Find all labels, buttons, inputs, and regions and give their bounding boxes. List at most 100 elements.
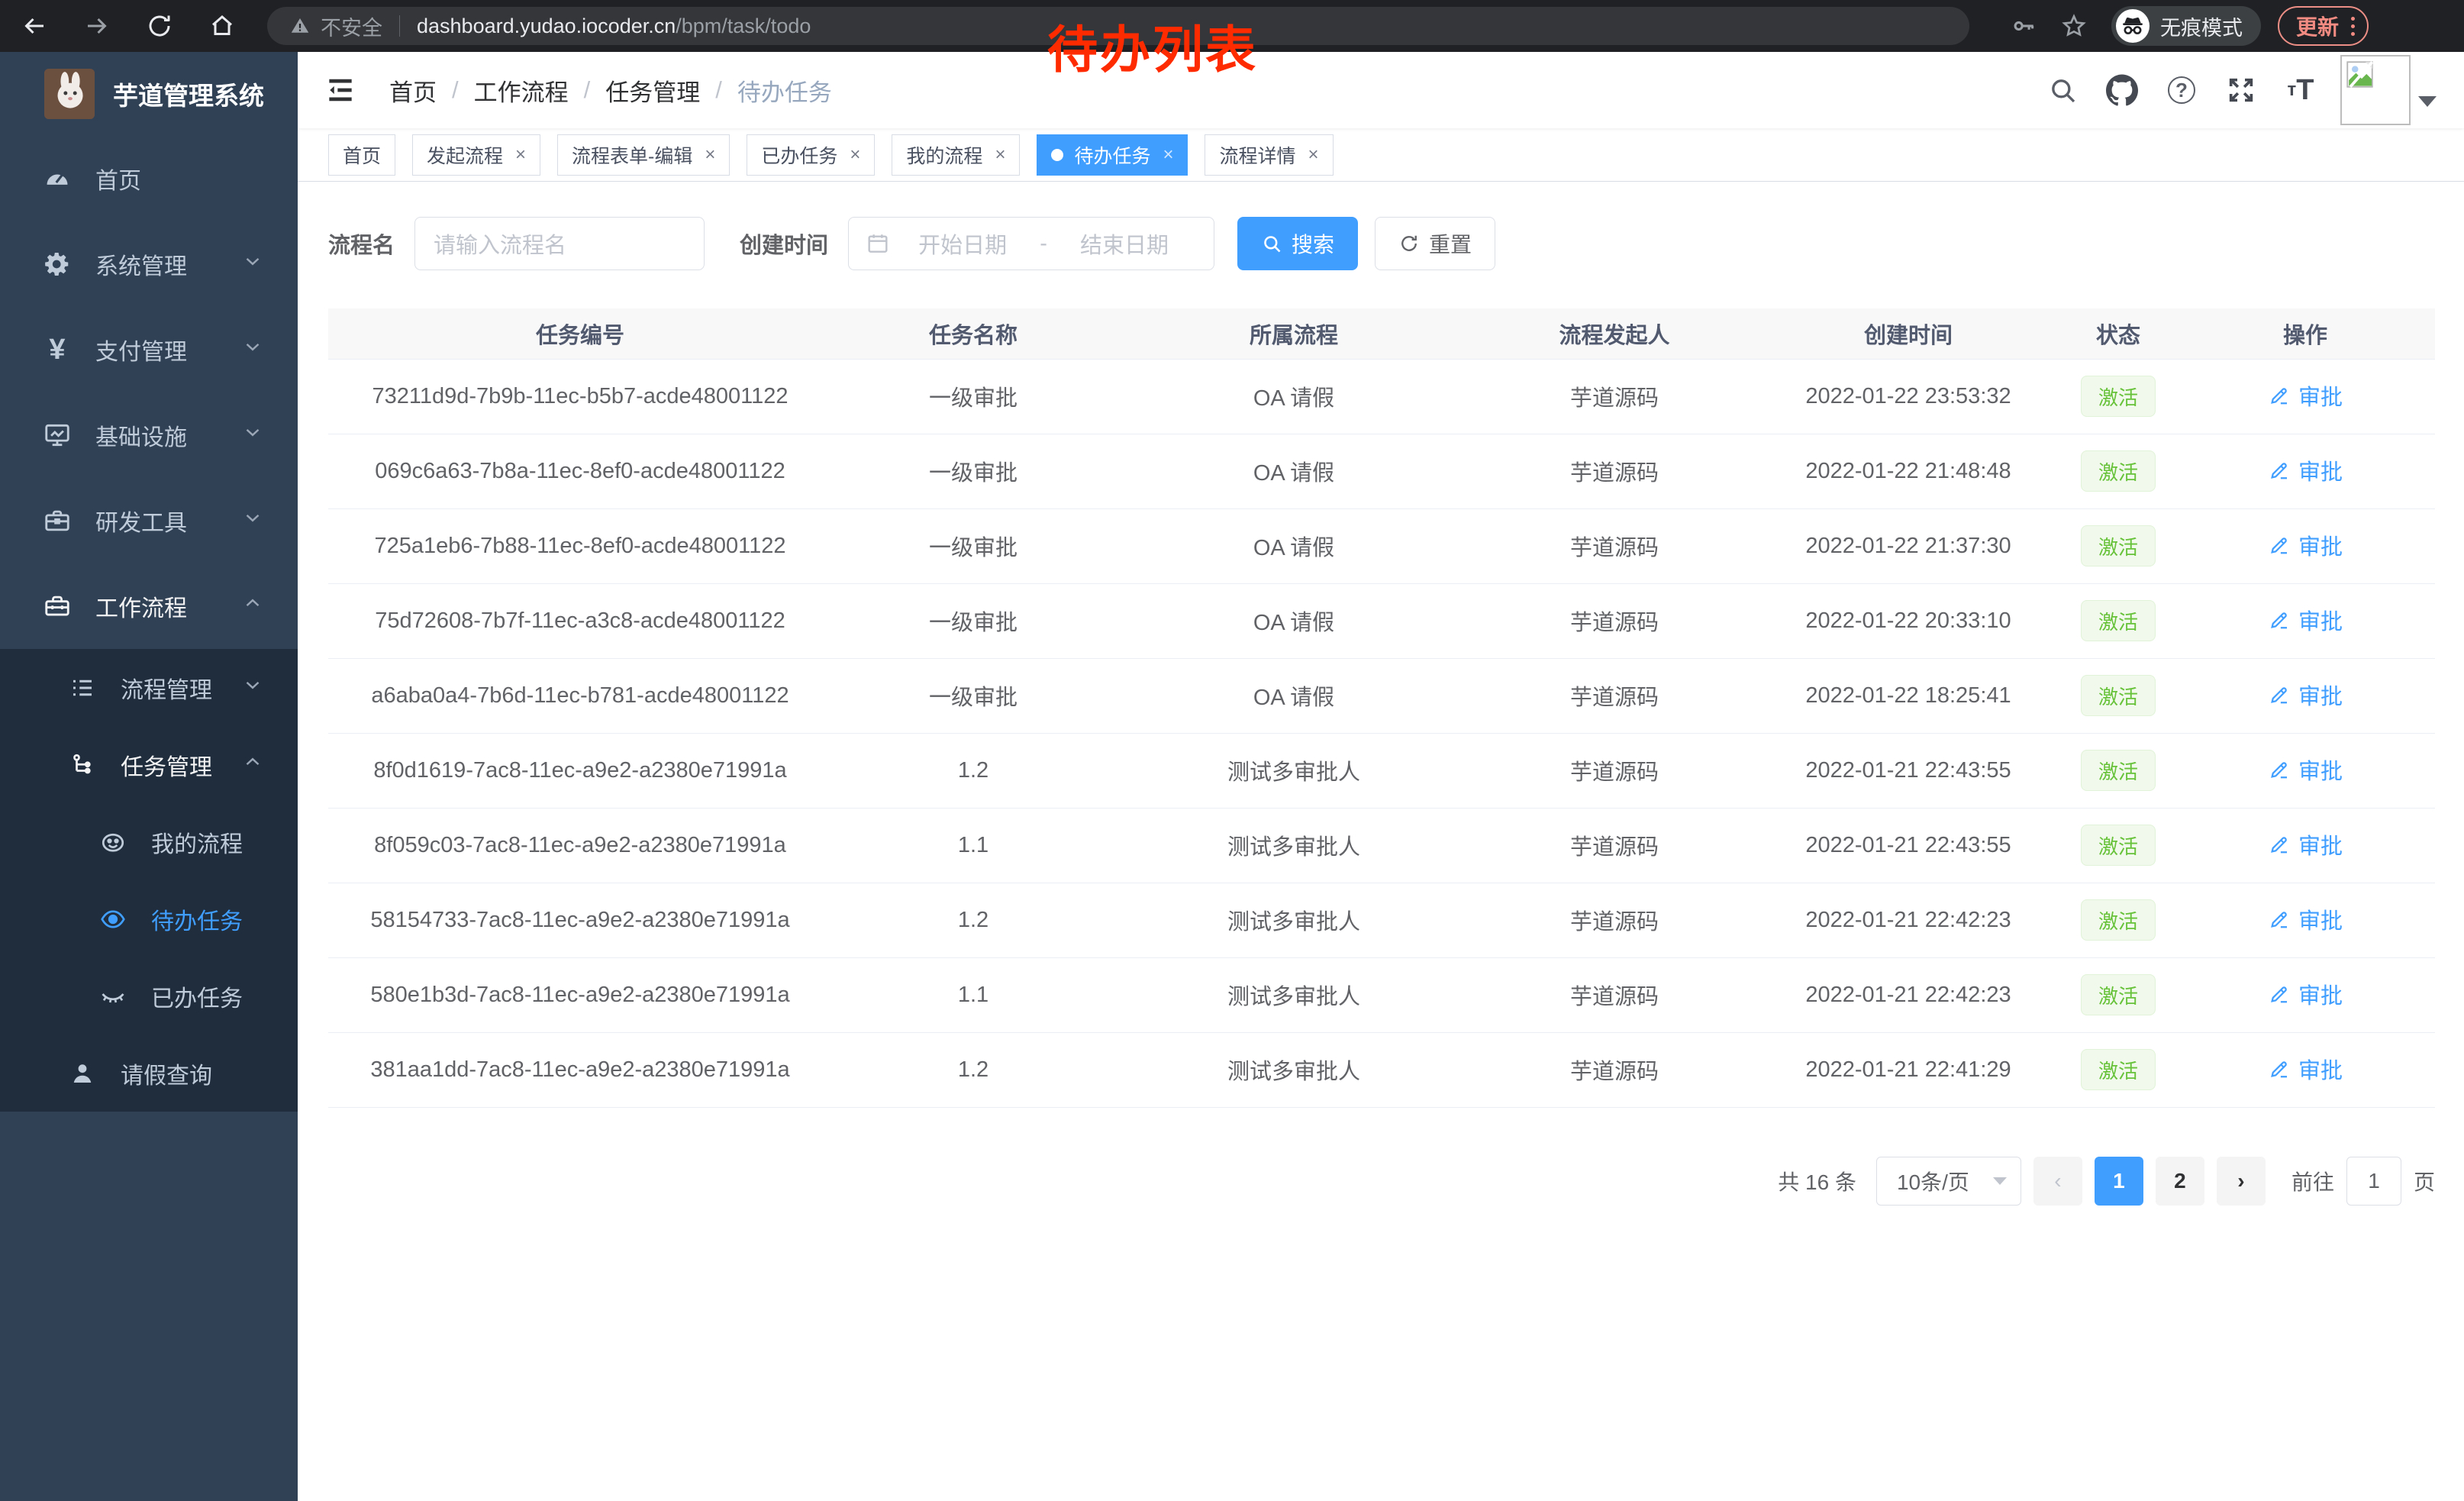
browser-back-icon[interactable] [20, 11, 49, 40]
table-header-row: 任务编号 任务名称 所属流程 流程发起人 创建时间 状态 操作 [328, 308, 2435, 359]
end-date-placeholder: 结束日期 [1052, 228, 1197, 260]
tab-label: 我的流程 [906, 141, 982, 169]
sidebar-item-dev[interactable]: 研发工具 [0, 478, 298, 563]
app-logo[interactable]: 芋道管理系统 [0, 52, 298, 136]
action-cell: 审批 [2175, 359, 2435, 434]
app-window: 不安全 dashboard.yudao.iocoder.cn/bpm/task/… [0, 0, 2464, 1501]
prev-page-button[interactable]: ‹ [2033, 1157, 2082, 1206]
font-size-icon[interactable]: тT [2281, 70, 2320, 110]
task-id-cell: 725a1eb6-7b88-11ec-8ef0-acde48001122 [328, 508, 832, 583]
approve-link[interactable]: 审批 [2268, 679, 2343, 711]
page-button-1[interactable]: 1 [2095, 1157, 2143, 1206]
process-cell: OA 请假 [1114, 583, 1473, 658]
tab[interactable]: 我的流程 × [892, 134, 1020, 176]
browser-home-icon[interactable] [208, 11, 237, 40]
approve-link[interactable]: 审批 [2268, 754, 2343, 786]
approve-link[interactable]: 审批 [2268, 604, 2343, 636]
breadcrumb-current: 待办任务 [737, 73, 832, 108]
sidebar-item-task-manage[interactable]: 任务管理 [0, 726, 298, 803]
sidebar-item-bpm[interactable]: 工作流程 [0, 563, 298, 649]
created-cell: 2022-01-22 23:53:32 [1756, 359, 2061, 434]
sidebar-item-infra[interactable]: 基础设施 [0, 392, 298, 478]
approve-link[interactable]: 审批 [2268, 454, 2343, 486]
sidebar-item-pay[interactable]: ¥ 支付管理 [0, 307, 298, 392]
breadcrumb-bpm[interactable]: 工作流程 [474, 73, 569, 108]
task-id-cell: 8f0d1619-7ac8-11ec-a9e2-a2380e71991a [328, 733, 832, 808]
github-icon[interactable] [2102, 70, 2142, 110]
tab-close-icon[interactable]: × [1308, 144, 1319, 166]
tab[interactable]: 首页 × [328, 134, 395, 176]
page-size-select[interactable]: 10条/页 [1876, 1157, 2021, 1206]
col-task-name: 任务名称 [832, 308, 1114, 359]
chevron-down-icon [241, 250, 264, 279]
next-page-button[interactable]: › [2217, 1157, 2266, 1206]
task-table: 任务编号 任务名称 所属流程 流程发起人 创建时间 状态 操作 73211d9d… [328, 308, 2435, 1108]
tab[interactable]: 已办任务 × [747, 134, 875, 176]
search-icon[interactable] [2043, 70, 2082, 110]
annotation-text: 待办列表 [1047, 9, 1258, 82]
sidebar-item-leave-query[interactable]: 请假查询 [0, 1035, 298, 1112]
process-cell: OA 请假 [1114, 508, 1473, 583]
search-button[interactable]: 搜索 [1237, 217, 1358, 270]
chevron-down-icon [241, 506, 264, 535]
sidebar-item-home[interactable]: 首页 [0, 136, 298, 221]
bookmark-star-icon[interactable] [2059, 11, 2088, 40]
avatar-dropdown-icon[interactable] [2418, 96, 2437, 107]
status-badge: 激活 [2081, 750, 2156, 791]
breadcrumb-task[interactable]: 任务管理 [605, 73, 700, 108]
process-cell: 测试多审批人 [1114, 1032, 1473, 1107]
sidebar-item-process-manage[interactable]: 流程管理 [0, 649, 298, 726]
tab[interactable]: 待办任务 × [1037, 134, 1188, 176]
fullscreen-icon[interactable] [2221, 70, 2261, 110]
password-key-icon[interactable] [2009, 11, 2038, 40]
status-cell: 激活 [2061, 808, 2175, 883]
approve-link[interactable]: 审批 [2268, 828, 2343, 860]
page-unit-label: 页 [2414, 1166, 2435, 1196]
briefcase-icon [42, 505, 73, 536]
sidebar-collapse-icon[interactable] [324, 73, 357, 107]
sidebar-item-done-task[interactable]: 已办任务 [0, 957, 298, 1035]
chrome-update-button[interactable]: 更新 [2278, 6, 2369, 46]
approve-link[interactable]: 审批 [2268, 903, 2343, 935]
tab-close-icon[interactable]: × [995, 144, 1005, 166]
approve-link[interactable]: 审批 [2268, 978, 2343, 1010]
page-button-2[interactable]: 2 [2156, 1157, 2204, 1206]
process-name-input[interactable]: 请输入流程名 [414, 217, 705, 270]
status-badge: 激活 [2081, 450, 2156, 492]
tab[interactable]: 发起流程 × [412, 134, 540, 176]
tab[interactable]: 流程表单-编辑 × [557, 134, 730, 176]
action-cell: 审批 [2175, 583, 2435, 658]
task-id-cell: 580e1b3d-7ac8-11ec-a9e2-a2380e71991a [328, 957, 832, 1032]
chevron-down-icon [241, 673, 264, 702]
action-cell: 审批 [2175, 1032, 2435, 1107]
tags-view: 首页 × 发起流程 × 流程表单-编辑 × 已办任务 × 我的流程 × 待办任务 [298, 128, 2464, 182]
refresh-icon [1398, 233, 1420, 254]
sidebar-item-my-process[interactable]: 我的流程 [0, 803, 298, 880]
browser-reload-icon[interactable] [145, 11, 174, 40]
approve-link[interactable]: 审批 [2268, 1053, 2343, 1085]
tab-close-icon[interactable]: × [1163, 144, 1173, 166]
sidebar-item-todo-task[interactable]: 待办任务 [0, 880, 298, 957]
avatar[interactable] [2340, 55, 2411, 125]
goto-page-input[interactable] [2346, 1157, 2401, 1206]
reset-button[interactable]: 重置 [1375, 217, 1495, 270]
tab[interactable]: 流程详情 × [1205, 134, 1333, 176]
tab-close-icon[interactable]: × [850, 144, 860, 166]
chevron-up-icon [241, 750, 264, 780]
chevron-up-icon [241, 592, 264, 621]
tab-close-icon[interactable]: × [515, 144, 526, 166]
help-icon[interactable]: ? [2162, 70, 2201, 110]
starter-cell: 芋道源码 [1473, 508, 1756, 583]
date-range-input[interactable]: 开始日期 - 结束日期 [848, 217, 1214, 270]
sidebar-item-system[interactable]: 系统管理 [0, 221, 298, 307]
task-id-cell: 381aa1dd-7ac8-11ec-a9e2-a2380e71991a [328, 1032, 832, 1107]
approve-link[interactable]: 审批 [2268, 379, 2343, 412]
browser-menu-icon[interactable] [2351, 17, 2355, 36]
breadcrumb-home[interactable]: 首页 [389, 73, 437, 108]
start-date-placeholder: 开始日期 [890, 228, 1035, 260]
approve-link[interactable]: 审批 [2268, 529, 2343, 561]
process-cell: 测试多审批人 [1114, 808, 1473, 883]
edit-pencil-icon [2268, 833, 2291, 856]
browser-forward-icon[interactable] [82, 11, 111, 40]
tab-close-icon[interactable]: × [705, 144, 715, 166]
